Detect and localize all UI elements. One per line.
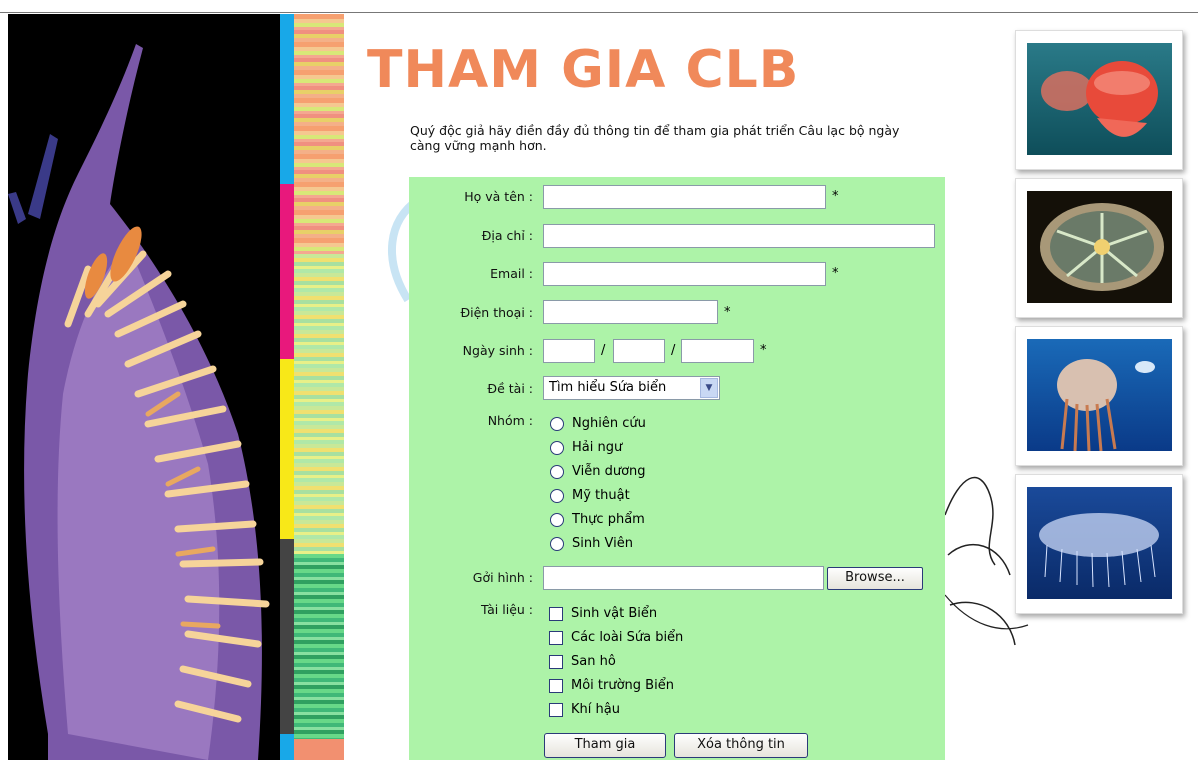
email-label: Email :: [490, 266, 533, 281]
email-input[interactable]: [543, 262, 826, 286]
doc-option-marine-life[interactable]: Sinh vật Biển: [549, 606, 657, 621]
top-divider: [0, 12, 1198, 13]
birthday-day-input[interactable]: [543, 339, 595, 363]
group-option-food[interactable]: Thực phẩm: [550, 512, 645, 527]
group-option-ocean[interactable]: Viễn dương: [550, 464, 646, 479]
radio-button[interactable]: [550, 536, 564, 551]
topic-label: Đề tài :: [487, 381, 533, 396]
group-option-art[interactable]: Mỹ thuật: [550, 488, 630, 503]
checkbox[interactable]: [549, 702, 563, 717]
checkbox[interactable]: [549, 654, 563, 669]
birthday-label: Ngày sinh :: [462, 343, 533, 358]
jellyfish-photo-3: [1015, 326, 1183, 466]
checkbox[interactable]: [549, 630, 563, 645]
chevron-down-icon[interactable]: ▼: [700, 378, 718, 398]
phone-input[interactable]: [543, 300, 718, 324]
documents-label: Tài liệu :: [480, 602, 533, 617]
color-stripe-left: [280, 14, 294, 760]
reset-button[interactable]: Xóa thông tin: [674, 733, 808, 758]
group-label: Nhóm :: [487, 413, 533, 428]
group-option-research[interactable]: Nghiên cứu: [550, 416, 646, 431]
intro-text: Quý độc giả hãy điền đầy đủ thông tin để…: [410, 123, 900, 153]
fullname-required-mark: *: [832, 189, 839, 204]
radio-button[interactable]: [550, 488, 564, 503]
phone-label: Điện thoại :: [460, 305, 533, 320]
jellyfish-photo-2: [1015, 178, 1183, 318]
doc-option-coral[interactable]: San hô: [549, 654, 616, 669]
checkbox[interactable]: [549, 678, 563, 693]
group-option-fishery[interactable]: Hải ngư: [550, 440, 622, 455]
doc-option-climate[interactable]: Khí hậu: [549, 702, 620, 717]
submit-button[interactable]: Tham gia: [544, 733, 666, 758]
photo-file-input[interactable]: [543, 566, 824, 590]
registration-form: Họ và tên : * Địa chỉ : Email : * Điện t…: [409, 177, 945, 760]
birthday-year-input[interactable]: [681, 339, 754, 363]
birthday-separator: /: [671, 343, 676, 358]
birthday-month-input[interactable]: [613, 339, 665, 363]
fullname-input[interactable]: [543, 185, 826, 209]
group-option-student[interactable]: Sinh Viên: [550, 536, 633, 551]
fullname-label: Họ và tên :: [464, 189, 533, 204]
radio-button[interactable]: [550, 440, 564, 455]
birthday-required-mark: *: [760, 343, 767, 358]
radio-button[interactable]: [550, 512, 564, 527]
sea-slug-image: [8, 14, 280, 760]
topic-selected-value: Tìm hiểu Sứa biển: [549, 380, 667, 395]
page-title: THAM GIA CLB: [367, 40, 800, 100]
birthday-separator: /: [601, 343, 606, 358]
radio-button[interactable]: [550, 416, 564, 431]
address-input[interactable]: [543, 224, 935, 248]
doc-option-jellyfish[interactable]: Các loài Sứa biển: [549, 630, 683, 645]
jellyfish-photo-4: [1015, 474, 1183, 614]
jellyfish-photo-1: [1015, 30, 1183, 170]
address-label: Địa chỉ :: [481, 228, 533, 243]
email-required-mark: *: [832, 266, 839, 281]
phone-required-mark: *: [724, 305, 731, 320]
browse-button[interactable]: Browse...: [827, 567, 923, 590]
color-stripe-right: [294, 14, 344, 760]
checkbox[interactable]: [549, 606, 563, 621]
radio-button[interactable]: [550, 464, 564, 479]
doc-option-environment[interactable]: Môi trường Biển: [549, 678, 674, 693]
topic-select[interactable]: Tìm hiểu Sứa biển ▼: [543, 376, 720, 400]
photo-label: Gởi hình :: [472, 570, 533, 585]
